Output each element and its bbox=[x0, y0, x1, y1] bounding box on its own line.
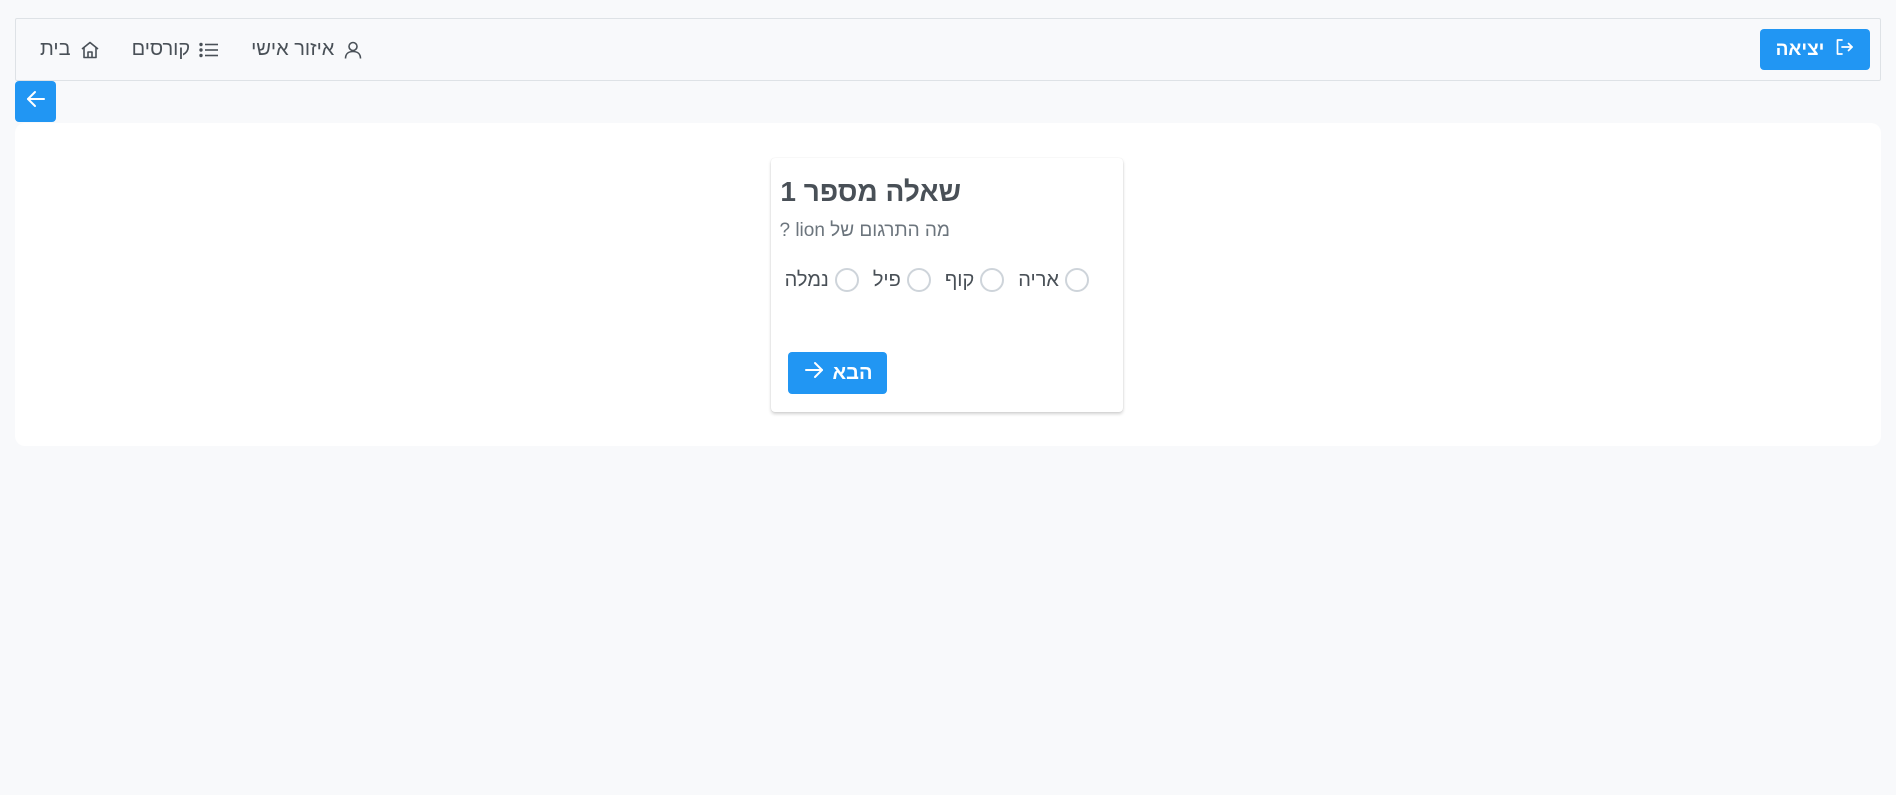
user-icon bbox=[343, 40, 363, 60]
question-card: שאלה מספר 1 מה התרגום של lion ? אריה קוף… bbox=[771, 158, 1123, 412]
nav-item-profile[interactable]: איזור אישי bbox=[251, 38, 363, 61]
logout-label: יציאה bbox=[1775, 38, 1825, 60]
home-icon bbox=[80, 40, 100, 60]
arrow-left-icon bbox=[25, 88, 47, 115]
top-navbar: איזור אישי קורסים בית יציאה bbox=[15, 18, 1881, 81]
answer-option[interactable]: אריה bbox=[1018, 268, 1089, 292]
back-button[interactable] bbox=[15, 81, 56, 122]
answer-option[interactable]: פיל bbox=[873, 268, 931, 292]
radio-button[interactable] bbox=[980, 268, 1005, 292]
answer-options: אריה קוף פיל נמלה bbox=[785, 268, 1089, 292]
answer-option[interactable]: קוף bbox=[944, 268, 1005, 292]
nav-item-courses[interactable]: קורסים bbox=[132, 38, 220, 61]
arrow-right-icon bbox=[803, 359, 825, 387]
nav-item-home[interactable]: בית bbox=[40, 38, 100, 61]
answer-option-label: קוף bbox=[944, 268, 975, 291]
logout-button[interactable]: יציאה bbox=[1760, 29, 1870, 70]
answer-option-label: אריה bbox=[1018, 268, 1059, 291]
nav-links: איזור אישי קורסים בית bbox=[40, 19, 363, 80]
answer-option[interactable]: נמלה bbox=[785, 268, 859, 292]
answer-option-label: פיל bbox=[872, 268, 901, 291]
list-icon bbox=[199, 40, 219, 60]
nav-courses-label: קורסים bbox=[131, 38, 191, 60]
question-title: שאלה מספר 1 bbox=[780, 176, 961, 207]
nav-profile-label: איזור אישי bbox=[251, 38, 335, 60]
sign-out-icon bbox=[1834, 37, 1854, 63]
nav-home-label: בית bbox=[40, 38, 71, 60]
next-label: הבא bbox=[832, 361, 873, 384]
answer-option-label: נמלה bbox=[784, 268, 829, 291]
next-button[interactable]: הבא bbox=[788, 352, 887, 394]
radio-button[interactable] bbox=[906, 268, 931, 292]
question-text: מה התרגום של lion ? bbox=[779, 220, 950, 241]
radio-button[interactable] bbox=[834, 268, 859, 292]
radio-button[interactable] bbox=[1065, 268, 1089, 292]
